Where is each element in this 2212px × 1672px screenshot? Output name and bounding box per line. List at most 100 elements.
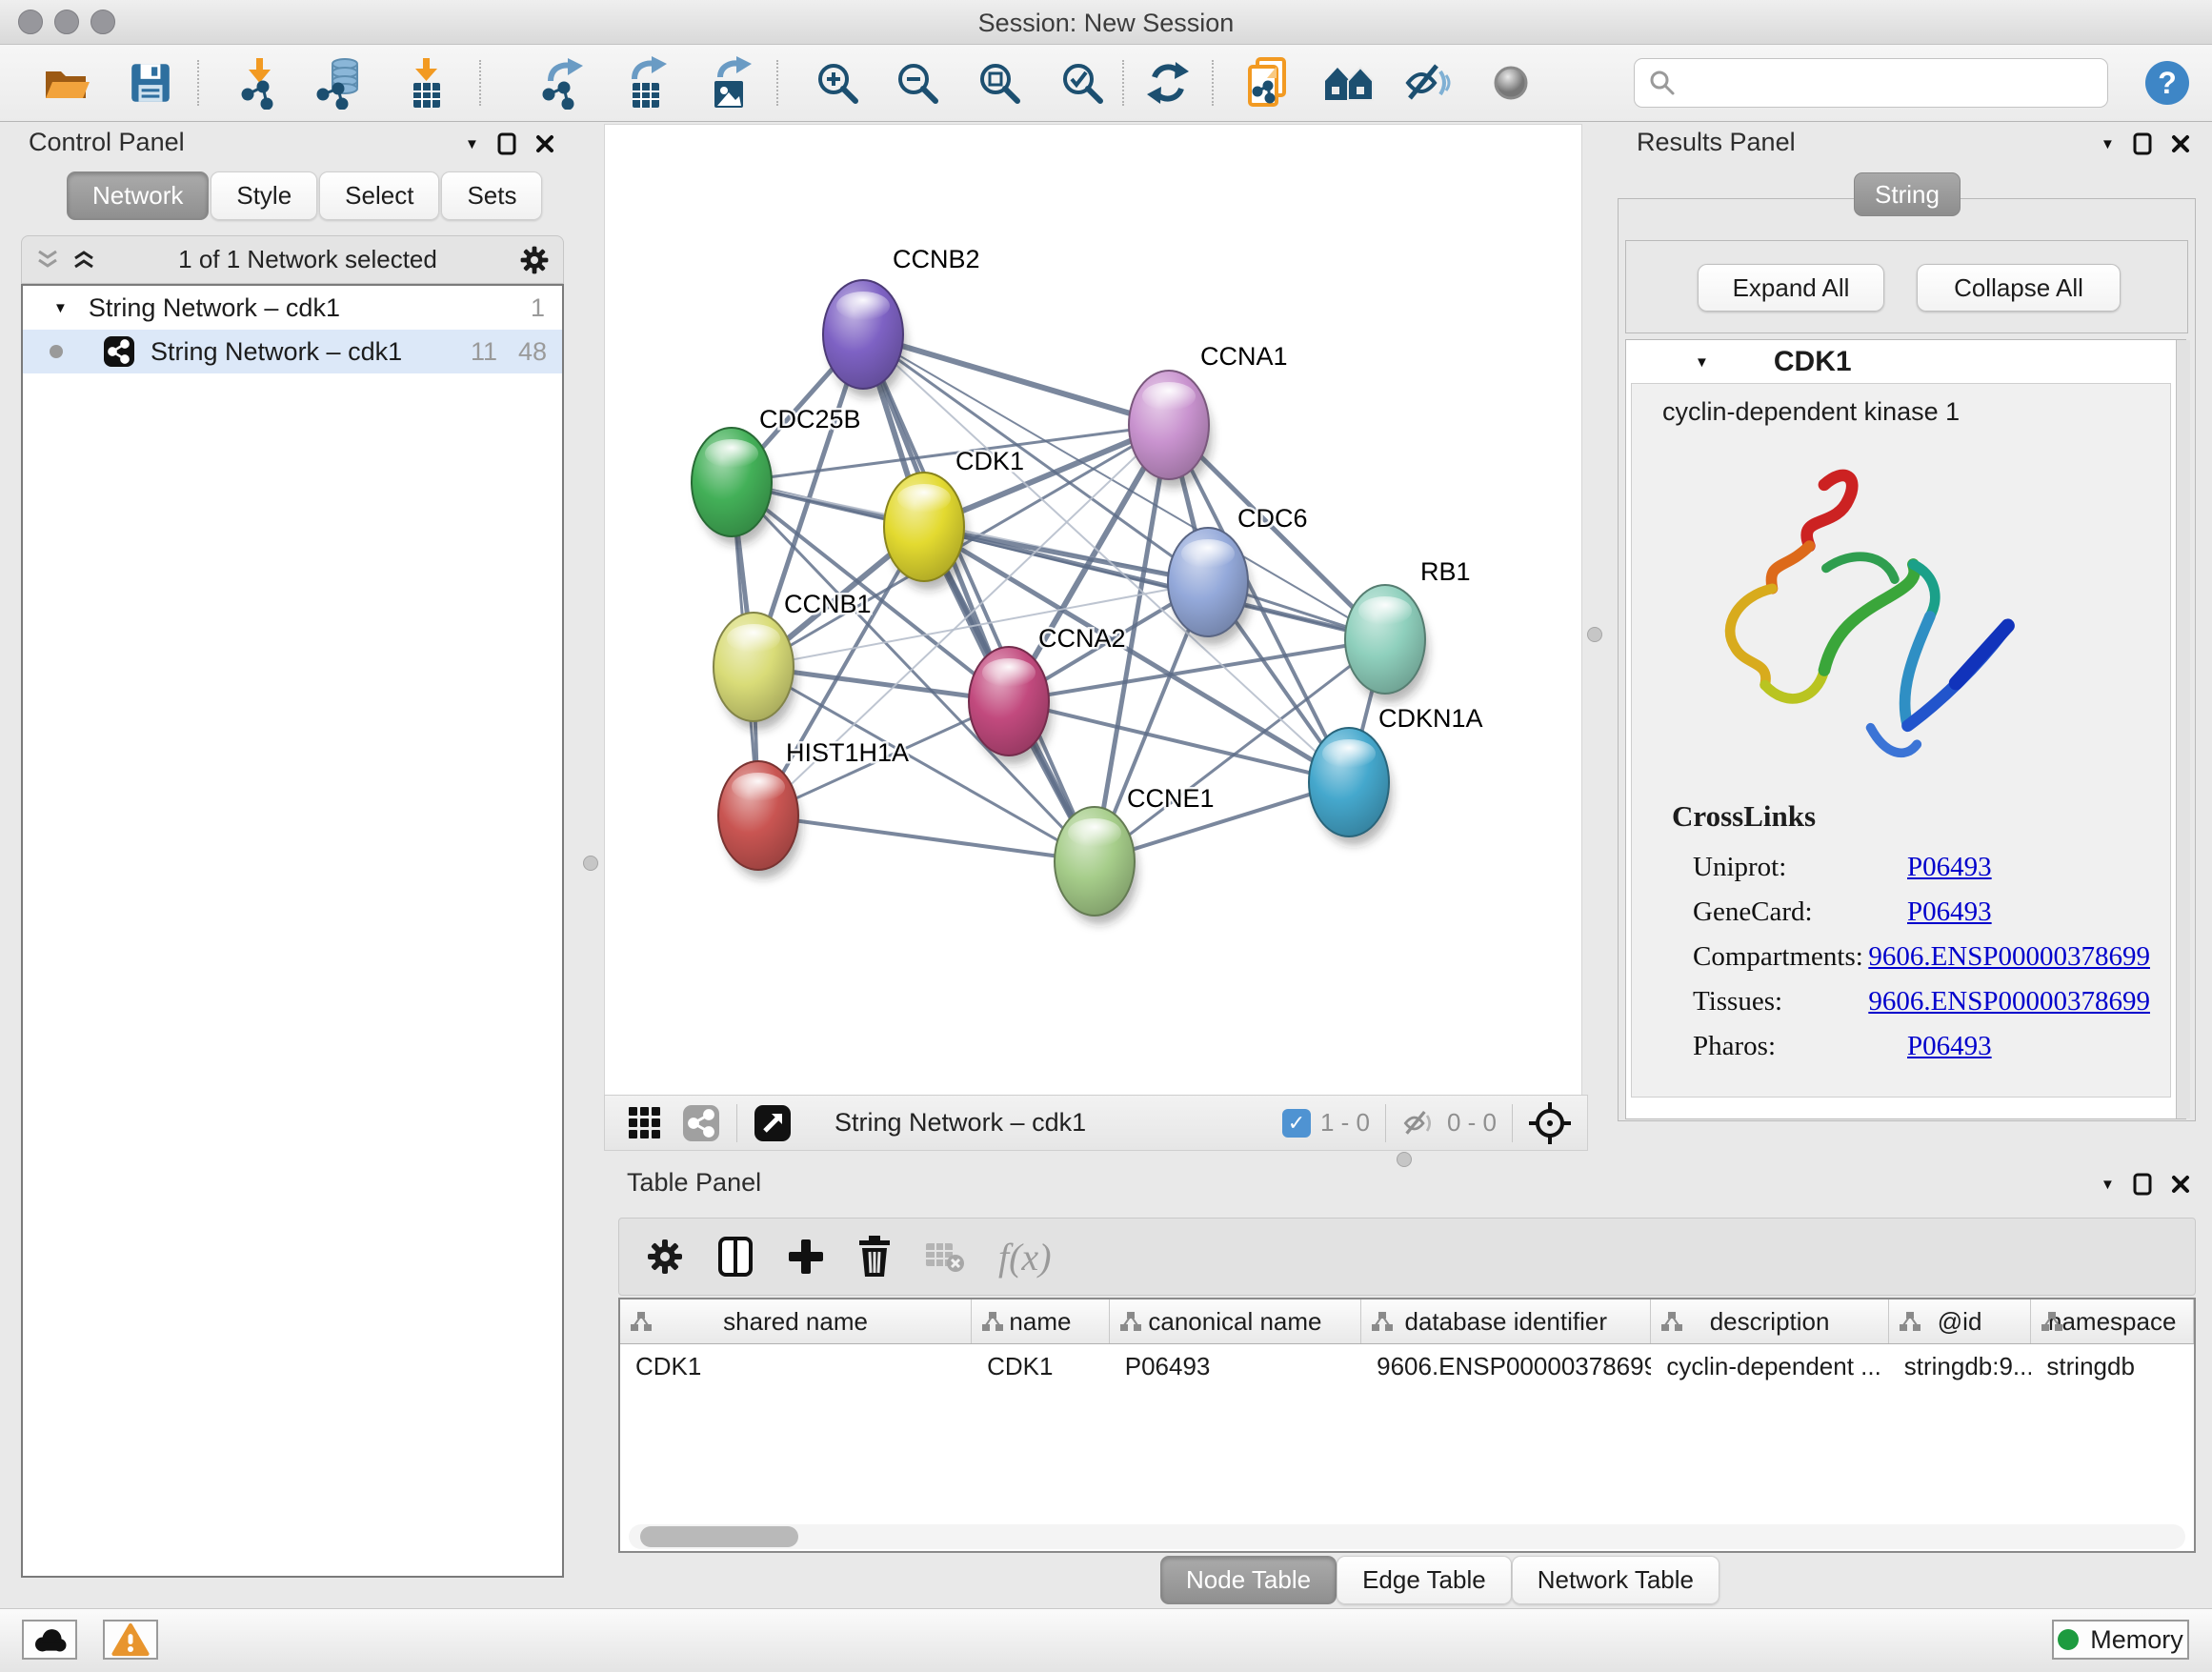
- add-column-icon[interactable]: [787, 1238, 825, 1276]
- column-header-namespace[interactable]: namespace: [2031, 1299, 2194, 1343]
- node-ccnb2[interactable]: CCNB2: [823, 245, 980, 397]
- memory-button[interactable]: Memory: [2052, 1620, 2189, 1660]
- close-panel-icon[interactable]: [2170, 133, 2191, 154]
- gene-expander-icon[interactable]: ▼: [1695, 355, 1709, 370]
- left-splitter-handle[interactable]: [583, 856, 598, 871]
- tab-node-table[interactable]: Node Table: [1160, 1556, 1337, 1604]
- crosslink-value[interactable]: 9606.ENSP00000378699: [1868, 986, 2150, 1017]
- export-image-button[interactable]: [702, 55, 757, 111]
- right-splitter-handle[interactable]: [1587, 627, 1602, 642]
- export-table-button[interactable]: [618, 55, 674, 111]
- export-network-button[interactable]: [534, 55, 590, 111]
- crosslink-value[interactable]: P06493: [1907, 852, 1992, 883]
- search-input[interactable]: [1677, 63, 2107, 103]
- network-row-selected[interactable]: String Network – cdk1 11 48: [23, 330, 562, 373]
- tab-select[interactable]: Select: [319, 171, 439, 220]
- warning-status-button[interactable]: [103, 1620, 158, 1660]
- cell-shared-name[interactable]: CDK1: [620, 1352, 972, 1381]
- question-circle-icon: ?: [2142, 58, 2192, 108]
- zoom-selected-button[interactable]: [1055, 55, 1110, 111]
- table-row[interactable]: CDK1CDK1P064939606.ENSP00000378699cyclin…: [620, 1344, 2194, 1388]
- selected-checkbox-icon[interactable]: ✓: [1282, 1109, 1311, 1138]
- column-header-canonical-name[interactable]: canonical name: [1110, 1299, 1361, 1343]
- string-home-button[interactable]: [1321, 55, 1377, 111]
- grid-view-icon[interactable]: [626, 1104, 664, 1142]
- network-view-share-icon[interactable]: [681, 1103, 721, 1143]
- cell-namespace[interactable]: stringdb: [2031, 1352, 2194, 1381]
- node-hist1h1a[interactable]: HIST1H1A: [718, 738, 909, 878]
- float-panel-icon[interactable]: [2132, 1172, 2153, 1197]
- expand-all-icon[interactable]: [71, 250, 96, 271]
- table-hscrollbar-thumb[interactable]: [640, 1526, 798, 1547]
- collapse-panel-icon[interactable]: ▼: [2101, 137, 2115, 151]
- close-panel-icon[interactable]: [534, 133, 555, 154]
- search-box[interactable]: [1634, 58, 2108, 108]
- edge[interactable]: [758, 816, 1095, 861]
- birdseye-icon[interactable]: [1528, 1101, 1572, 1145]
- crosslink-value[interactable]: P06493: [1907, 896, 1992, 928]
- save-session-button[interactable]: [123, 55, 178, 111]
- cell--id[interactable]: stringdb:9...: [1889, 1352, 2032, 1381]
- toolbar-separator: [1212, 60, 1214, 106]
- node-ccne1[interactable]: CCNE1: [1055, 784, 1215, 924]
- network-canvas[interactable]: CCNB2CCNA1CDC25BCDK1CDC6RB1CCNB1CCNA2CDK…: [604, 124, 1582, 1097]
- float-panel-icon[interactable]: [2132, 131, 2153, 156]
- node-ccna2[interactable]: CCNA2: [969, 624, 1126, 764]
- tab-edge-table[interactable]: Edge Table: [1337, 1556, 1512, 1604]
- zoom-in-button[interactable]: [810, 55, 865, 111]
- table-hscrollbar-track[interactable]: [629, 1524, 2185, 1549]
- show-columns-icon[interactable]: [716, 1236, 754, 1278]
- collapse-panel-icon[interactable]: ▼: [2101, 1178, 2115, 1192]
- collapse-all-icon[interactable]: [35, 250, 60, 271]
- column-header-name[interactable]: name: [972, 1299, 1110, 1343]
- inspect-orb-button[interactable]: [1483, 55, 1538, 111]
- cloud-status-button[interactable]: [22, 1620, 77, 1660]
- column-header-description[interactable]: description: [1651, 1299, 1888, 1343]
- zoom-out-button[interactable]: [890, 55, 945, 111]
- import-network-button[interactable]: [231, 55, 287, 111]
- tab-sets[interactable]: Sets: [441, 171, 542, 220]
- float-panel-icon[interactable]: [496, 131, 517, 156]
- hide-glass-button[interactable]: [1401, 55, 1457, 111]
- results-scrollbar[interactable]: [2176, 340, 2190, 1118]
- cell-name[interactable]: CDK1: [972, 1352, 1110, 1381]
- network-graph[interactable]: CCNB2CCNA1CDC25BCDK1CDC6RB1CCNB1CCNA2CDK…: [605, 125, 1581, 1096]
- edge[interactable]: [863, 334, 1095, 861]
- cell-database-identifier[interactable]: 9606.ENSP00000378699: [1361, 1352, 1651, 1381]
- edge[interactable]: [863, 334, 1169, 425]
- open-session-button[interactable]: [38, 55, 93, 111]
- results-tab-string[interactable]: String: [1854, 172, 1961, 216]
- table-gear-icon[interactable]: [646, 1238, 684, 1276]
- column-label: canonical name: [1148, 1307, 1321, 1337]
- column-header--id[interactable]: @id: [1889, 1299, 2032, 1343]
- import-database-button[interactable]: [312, 55, 367, 111]
- crosslink-value[interactable]: 9606.ENSP00000378699: [1868, 941, 2150, 973]
- tab-network[interactable]: Network: [67, 171, 209, 220]
- gear-icon[interactable]: [519, 245, 550, 275]
- bottom-splitter-handle[interactable]: [1397, 1152, 1412, 1167]
- zoom-fit-button[interactable]: [972, 55, 1027, 111]
- expand-all-button[interactable]: Expand All: [1698, 264, 1884, 312]
- collapse-panel-icon[interactable]: ▼: [465, 137, 479, 151]
- gene-section-header[interactable]: ▼ CDK1: [1626, 340, 2185, 384]
- clone-network-button[interactable]: [1240, 55, 1296, 111]
- cell-description[interactable]: cyclin-dependent ...: [1651, 1352, 1888, 1381]
- node-rb1[interactable]: RB1: [1345, 557, 1471, 702]
- open-in-window-icon[interactable]: [753, 1103, 793, 1143]
- help-button[interactable]: ?: [2140, 55, 2195, 111]
- tree-expander-icon[interactable]: ▼: [53, 301, 68, 315]
- edge[interactable]: [1009, 701, 1349, 782]
- refresh-button[interactable]: [1140, 55, 1196, 111]
- network-collection-row[interactable]: ▼ String Network – cdk1 1: [23, 286, 562, 330]
- import-table-button[interactable]: [398, 55, 453, 111]
- delete-column-icon[interactable]: [857, 1236, 892, 1278]
- tab-network-table[interactable]: Network Table: [1512, 1556, 1719, 1604]
- column-header-database-identifier[interactable]: database identifier: [1361, 1299, 1651, 1343]
- close-panel-icon[interactable]: [2170, 1174, 2191, 1195]
- crosslink-value[interactable]: P06493: [1907, 1031, 1992, 1062]
- column-header-shared-name[interactable]: shared name: [620, 1299, 972, 1343]
- tab-style[interactable]: Style: [211, 171, 317, 220]
- collapse-all-button[interactable]: Collapse All: [1917, 264, 2121, 312]
- cell-canonical-name[interactable]: P06493: [1110, 1352, 1361, 1381]
- node-cdkn1a[interactable]: CDKN1A: [1309, 704, 1483, 845]
